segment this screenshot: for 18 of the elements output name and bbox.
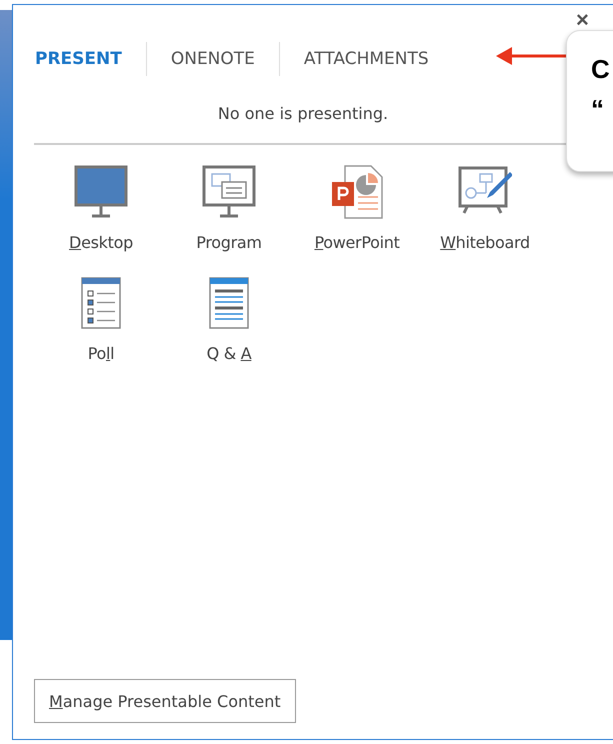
monitor-windows-icon[interactable] [202,165,256,219]
manage-content-button[interactable]: Manage Presentable Content [34,679,296,723]
callout-arrow [496,46,568,66]
tab[interactable]: PRESENT [35,49,134,69]
close-button[interactable]: × [576,11,589,29]
option-label[interactable]: PowerPoint [314,233,400,252]
tab[interactable]: ONENOTE [158,49,267,69]
tab[interactable]: ATTACHMENTS [292,49,441,69]
option-label[interactable]: Poll [88,344,114,363]
option-label[interactable]: Program [196,233,262,252]
option-label[interactable]: Whiteboard [440,233,530,252]
status-message: No one is presenting. [216,104,390,123]
option-label[interactable]: Desktop [69,233,133,252]
powerpoint-icon[interactable] [330,165,384,219]
callout-text: “ [591,93,604,126]
callout-text: C [591,53,610,86]
option-label[interactable]: Q & A [206,344,252,363]
monitor-icon[interactable] [74,165,128,219]
